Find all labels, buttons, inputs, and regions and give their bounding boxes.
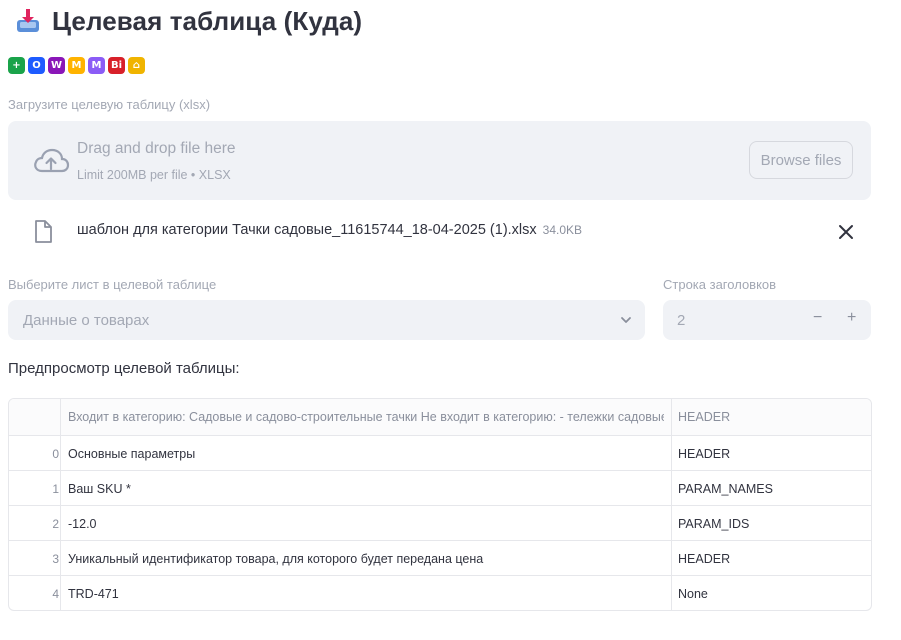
page-header: Целевая таблица (Куда)	[14, 4, 362, 38]
sheet-select-value: Данные о товарах	[23, 312, 150, 329]
cell-column-b[interactable]: PARAM_IDS	[671, 506, 871, 541]
cell-column-a[interactable]: Уникальный идентификатор товара, для кот…	[68, 541, 664, 576]
cell-column-b[interactable]: PARAM_NAMES	[671, 471, 871, 506]
remove-file-close-icon[interactable]	[836, 222, 856, 242]
preview-table[interactable]: Входит в категорию: Садовые и садово-стр…	[8, 398, 872, 611]
page-title: Целевая таблица (Куда)	[52, 5, 363, 36]
chevron-down-icon	[621, 317, 631, 323]
wildberries-icon: W	[48, 57, 65, 74]
column-header-b[interactable]: HEADER	[671, 399, 871, 435]
cell-column-b[interactable]: HEADER	[671, 541, 871, 576]
browse-files-button[interactable]: Browse files	[749, 141, 853, 179]
cell-column-a[interactable]: Основные параметры	[68, 436, 664, 471]
file-dropzone[interactable]: Drag and drop file here Limit 200MB per …	[8, 121, 871, 200]
preview-title: Предпросмотр целевой таблицы:	[8, 360, 240, 377]
row-index: 0	[52, 446, 59, 461]
file-name-text: шаблон для категории Тачки садовые_11615…	[77, 222, 537, 238]
header-row-label: Строка заголовков	[663, 277, 777, 292]
dropzone-limit: Limit 200MB per file • XLSX	[77, 168, 231, 182]
row-index: 2	[52, 516, 59, 531]
dropzone-title: Drag and drop file here	[77, 140, 236, 157]
ozon-icon: O	[28, 57, 45, 74]
inbox-tray-icon	[17, 9, 39, 32]
cloud-upload-icon	[34, 148, 70, 173]
table-row[interactable]: 0 Основные параметры HEADER	[9, 435, 871, 471]
uploader-label: Загрузите целевую таблицу (xlsx)	[8, 97, 211, 112]
table-header-row: Входит в категорию: Садовые и садово-стр…	[9, 399, 871, 435]
header-row-value[interactable]: 2	[677, 312, 685, 329]
file-size: 34.0KB	[542, 223, 583, 237]
cell-column-b[interactable]: HEADER	[671, 436, 871, 471]
index-header-cell	[9, 399, 59, 435]
row-index: 4	[52, 586, 59, 601]
table-row[interactable]: 3 Уникальный идентификатор товара, для ко…	[9, 540, 871, 576]
cell-column-b[interactable]: None	[671, 576, 871, 610]
cell-column-a[interactable]: TRD-471	[68, 576, 664, 610]
table-row[interactable]: 2 -12.0 PARAM_IDS	[9, 505, 871, 541]
header-row-number-input[interactable]: 2 − +	[663, 300, 871, 340]
column-header-a[interactable]: Входит в категорию: Садовые и садово-стр…	[68, 399, 664, 435]
decrement-button[interactable]: −	[813, 309, 822, 327]
table-row[interactable]: 1 Ваш SKU * PARAM_NAMES	[9, 470, 871, 506]
index-column-divider	[60, 399, 61, 610]
megamarket-icon: M	[88, 57, 105, 74]
house-icon: ⌂	[128, 57, 145, 74]
uploaded-file-name: шаблон для категории Тачки садовые_11615…	[77, 222, 582, 238]
plus-green-icon: +	[8, 57, 25, 74]
marketplace-icons: + O W M M Ві ⌂	[8, 57, 145, 74]
sheet-select-label: Выберите лист в целевой таблице	[8, 277, 217, 292]
row-index: 1	[52, 481, 59, 496]
table-row[interactable]: 4 TRD-471 None	[9, 575, 871, 610]
row-index: 3	[52, 551, 59, 566]
increment-button[interactable]: +	[847, 309, 856, 327]
file-icon	[35, 220, 52, 243]
cell-column-a[interactable]: Ваш SKU *	[68, 471, 664, 506]
cell-column-a[interactable]: -12.0	[68, 506, 664, 541]
yandex-market-icon: M	[68, 57, 85, 74]
vi-icon: Ві	[108, 57, 125, 74]
sheet-select[interactable]: Данные о товарах	[8, 300, 645, 340]
uploaded-file-row: шаблон для категории Тачки садовые_11615…	[8, 212, 871, 252]
